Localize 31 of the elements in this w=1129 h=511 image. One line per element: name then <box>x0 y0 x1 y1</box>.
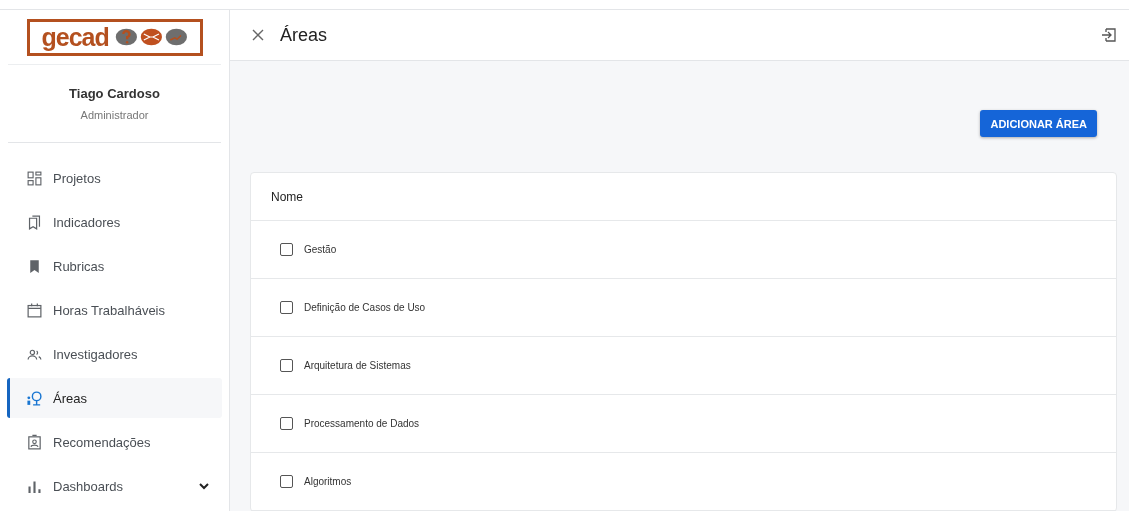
user-role: Administrador <box>80 109 149 121</box>
logo-text: gecad <box>41 22 109 52</box>
sidebar-item[interactable]: Recomendações <box>7 422 222 462</box>
checkbox[interactable] <box>280 243 293 256</box>
checkbox[interactable] <box>280 301 293 314</box>
table-cell: Algoritmos <box>304 476 352 487</box>
checkbox[interactable] <box>280 475 293 488</box>
sidebar-item[interactable]: Rubricas <box>7 246 222 286</box>
column-header: Nome <box>271 189 303 204</box>
table-cell: Gestão <box>304 244 337 255</box>
checkbox[interactable] <box>280 417 293 430</box>
sidebar-item[interactable]: Dashboards <box>7 466 222 506</box>
sidebar-item[interactable]: Investigadores <box>7 334 222 374</box>
table-cell: Processamento de Dados <box>304 418 420 429</box>
sidebar-item[interactable]: Projetos <box>7 158 222 198</box>
table-cell: Definição de Casos de Uso <box>304 302 426 313</box>
bookmarks-icon <box>26 213 43 231</box>
sidebar-item[interactable]: Áreas <box>7 378 222 418</box>
chevron-down-icon[interactable] <box>198 480 210 492</box>
sidebar-item[interactable]: Indicadores <box>7 202 222 242</box>
add-area-button[interactable]: ADICIONAR ÁREA <box>980 110 1097 138</box>
badge-icon <box>26 433 43 451</box>
sidebar-item[interactable]: Horas Trabalháveis <box>7 290 222 330</box>
user-name: Tiago Cardoso <box>69 86 160 101</box>
person-bubble-icon <box>26 389 43 407</box>
page-title: Áreas <box>280 24 329 46</box>
grid-icon <box>26 169 43 187</box>
table-cell: Arquitetura de Sistemas <box>304 360 411 371</box>
calendar-icon <box>26 301 43 319</box>
checkbox[interactable] <box>280 359 293 372</box>
exit-icon[interactable] <box>1101 27 1117 44</box>
